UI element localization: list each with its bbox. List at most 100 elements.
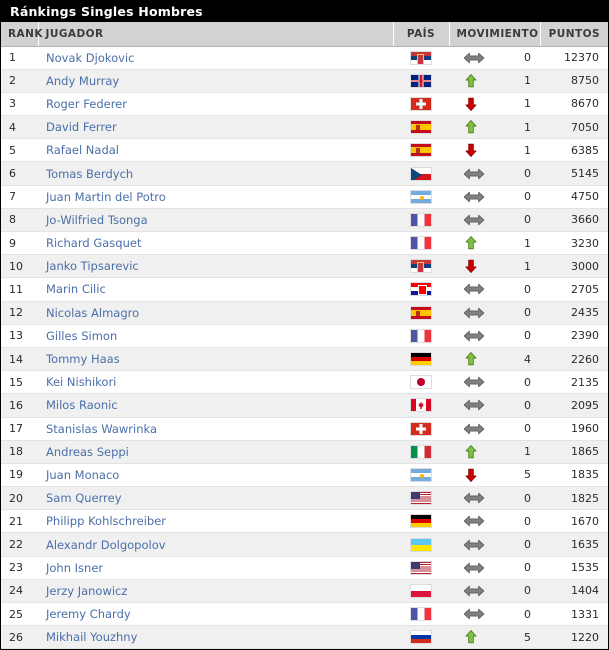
cell-movement: 0 bbox=[449, 301, 540, 325]
player-link[interactable]: Gilles Simon bbox=[46, 329, 117, 343]
cell-points: 2135 bbox=[540, 370, 608, 395]
player-link[interactable]: Stanislas Wawrinka bbox=[46, 422, 157, 436]
player-link[interactable]: Nicolas Almagro bbox=[46, 306, 139, 320]
cell-player: Tomas Berdych bbox=[38, 161, 393, 186]
flag-icon-ukr bbox=[410, 537, 432, 552]
flag-icon-fra bbox=[410, 607, 432, 622]
player-link[interactable]: Novak Djokovic bbox=[46, 51, 135, 65]
player-link[interactable]: Rafael Nadal bbox=[46, 143, 119, 157]
arrow-up-icon bbox=[463, 351, 479, 367]
table-row[interactable]: 6 Tomas Berdych 0 5145 bbox=[1, 161, 608, 186]
movement-value: 1 bbox=[524, 236, 531, 250]
player-link[interactable]: Tomas Berdych bbox=[46, 167, 133, 181]
player-link[interactable]: Alexandr Dolgopolov bbox=[46, 538, 166, 552]
table-row[interactable]: 15 Kei Nishikori 0 2135 bbox=[1, 370, 608, 395]
table-row[interactable]: 3 Roger Federer 1 8670 bbox=[1, 92, 608, 117]
cell-rank: 8 bbox=[1, 208, 38, 233]
movement-value: 1 bbox=[524, 259, 531, 273]
player-link[interactable]: Juan Martin del Potro bbox=[46, 190, 166, 204]
table-body: 1 Novak Djokovic 0 12370 2 Andy Murray 1 8750 3 R… bbox=[1, 46, 608, 650]
player-link[interactable]: Sam Querrey bbox=[46, 491, 122, 505]
movement-value: 1 bbox=[524, 120, 531, 134]
table-row[interactable]: 18 Andreas Seppi 1 1865 bbox=[1, 440, 608, 464]
table-row[interactable]: 10 Janko Tipsarevic 1 3000 bbox=[1, 254, 608, 279]
table-row[interactable]: 22 Alexandr Dolgopolov 0 1635 bbox=[1, 532, 608, 557]
table-row[interactable]: 26 Mikhail Youzhny 5 1220 bbox=[1, 625, 608, 650]
table-row[interactable]: 13 Gilles Simon 0 2390 bbox=[1, 324, 608, 348]
cell-player: John Isner bbox=[38, 556, 393, 580]
table-row[interactable]: 24 Jerzy Janowicz 0 1404 bbox=[1, 579, 608, 604]
table-row[interactable]: 19 Juan Monaco 5 1835 bbox=[1, 463, 608, 488]
table-row[interactable]: 25 Jeremy Chardy 0 1331 bbox=[1, 602, 608, 627]
player-link[interactable]: Juan Monaco bbox=[46, 468, 119, 482]
column-header-player[interactable]: JUGADOR bbox=[38, 22, 394, 47]
cell-rank: 19 bbox=[1, 463, 38, 488]
cell-points: 1825 bbox=[540, 486, 608, 511]
cell-rank: 26 bbox=[1, 625, 38, 650]
table-row[interactable]: 20 Sam Querrey 0 1825 bbox=[1, 486, 608, 511]
cell-player: Tommy Haas bbox=[38, 347, 393, 372]
table-row[interactable]: 5 Rafael Nadal 1 6385 bbox=[1, 138, 608, 163]
cell-country bbox=[393, 231, 449, 256]
cell-player: Milos Raonic bbox=[38, 393, 393, 418]
cell-movement: 1 bbox=[449, 231, 540, 256]
arrow-up-icon bbox=[463, 73, 479, 89]
movement-value: 1 bbox=[524, 445, 531, 459]
arrow-left-right-icon bbox=[463, 167, 485, 181]
player-link[interactable]: Roger Federer bbox=[46, 97, 127, 111]
column-header-rank[interactable]: RANK bbox=[1, 22, 42, 47]
cell-rank: 5 bbox=[1, 138, 38, 163]
player-link[interactable]: Jeremy Chardy bbox=[46, 607, 131, 621]
player-link[interactable]: Kei Nishikori bbox=[46, 375, 116, 389]
cell-points: 2435 bbox=[540, 301, 608, 325]
table-row[interactable]: 11 Marin Cilic 0 2705 bbox=[1, 277, 608, 302]
player-link[interactable]: Jo-Wilfried Tsonga bbox=[46, 213, 148, 227]
table-row[interactable]: 9 Richard Gasquet 1 3230 bbox=[1, 231, 608, 256]
cell-movement: 0 bbox=[449, 509, 540, 534]
cell-points: 4750 bbox=[540, 185, 608, 209]
player-link[interactable]: Richard Gasquet bbox=[46, 236, 141, 250]
cell-movement: 0 bbox=[449, 185, 540, 209]
table-row[interactable]: 4 David Ferrer 1 7050 bbox=[1, 115, 608, 140]
cell-movement: 5 bbox=[449, 463, 540, 488]
arrow-left-right-icon bbox=[463, 514, 485, 528]
cell-player: Jo-Wilfried Tsonga bbox=[38, 208, 393, 233]
player-link[interactable]: John Isner bbox=[46, 561, 103, 575]
table-row[interactable]: 23 John Isner 0 1535 bbox=[1, 556, 608, 580]
cell-movement: 0 bbox=[449, 208, 540, 233]
column-header-country[interactable]: PAÍS bbox=[393, 22, 450, 47]
player-link[interactable]: Marin Cilic bbox=[46, 282, 106, 296]
table-row[interactable]: 1 Novak Djokovic 0 12370 bbox=[1, 46, 608, 70]
cell-points: 6385 bbox=[540, 138, 608, 163]
movement-value: 5 bbox=[524, 630, 531, 644]
player-link[interactable]: Philipp Kohlschreiber bbox=[46, 514, 166, 528]
table-row[interactable]: 2 Andy Murray 1 8750 bbox=[1, 69, 608, 93]
column-header-points[interactable]: PUNTOS bbox=[540, 22, 608, 47]
cell-player: Jerzy Janowicz bbox=[38, 579, 393, 604]
player-link[interactable]: Mikhail Youzhny bbox=[46, 630, 137, 644]
flag-icon-ita bbox=[410, 444, 432, 459]
flag-icon-esp bbox=[410, 120, 432, 135]
cell-movement: 0 bbox=[449, 556, 540, 580]
movement-value: 0 bbox=[524, 306, 531, 320]
player-link[interactable]: Jerzy Janowicz bbox=[46, 584, 127, 598]
column-header-movement[interactable]: MOVIMIENTO bbox=[449, 22, 541, 47]
movement-value: 4 bbox=[524, 352, 531, 366]
table-row[interactable]: 14 Tommy Haas 4 2260 bbox=[1, 347, 608, 372]
cell-movement: 0 bbox=[449, 532, 540, 557]
player-link[interactable]: Andy Murray bbox=[46, 74, 119, 88]
table-row[interactable]: 7 Juan Martin del Potro 0 4750 bbox=[1, 185, 608, 209]
player-link[interactable]: Andreas Seppi bbox=[46, 445, 129, 459]
flag-icon-usa bbox=[410, 560, 432, 575]
player-link[interactable]: Tommy Haas bbox=[46, 352, 120, 366]
table-row[interactable]: 16 Milos Raonic 0 2095 bbox=[1, 393, 608, 418]
table-row[interactable]: 12 Nicolas Almagro 0 2435 bbox=[1, 301, 608, 325]
table-row[interactable]: 17 Stanislas Wawrinka 0 1960 bbox=[1, 417, 608, 441]
player-link[interactable]: Milos Raonic bbox=[46, 398, 118, 412]
player-link[interactable]: Janko Tipsarevic bbox=[46, 259, 139, 273]
movement-value: 1 bbox=[524, 143, 531, 157]
table-row[interactable]: 21 Philipp Kohlschreiber 0 1670 bbox=[1, 509, 608, 534]
player-link[interactable]: David Ferrer bbox=[46, 120, 117, 134]
cell-rank: 11 bbox=[1, 277, 38, 302]
table-row[interactable]: 8 Jo-Wilfried Tsonga 0 3660 bbox=[1, 208, 608, 233]
